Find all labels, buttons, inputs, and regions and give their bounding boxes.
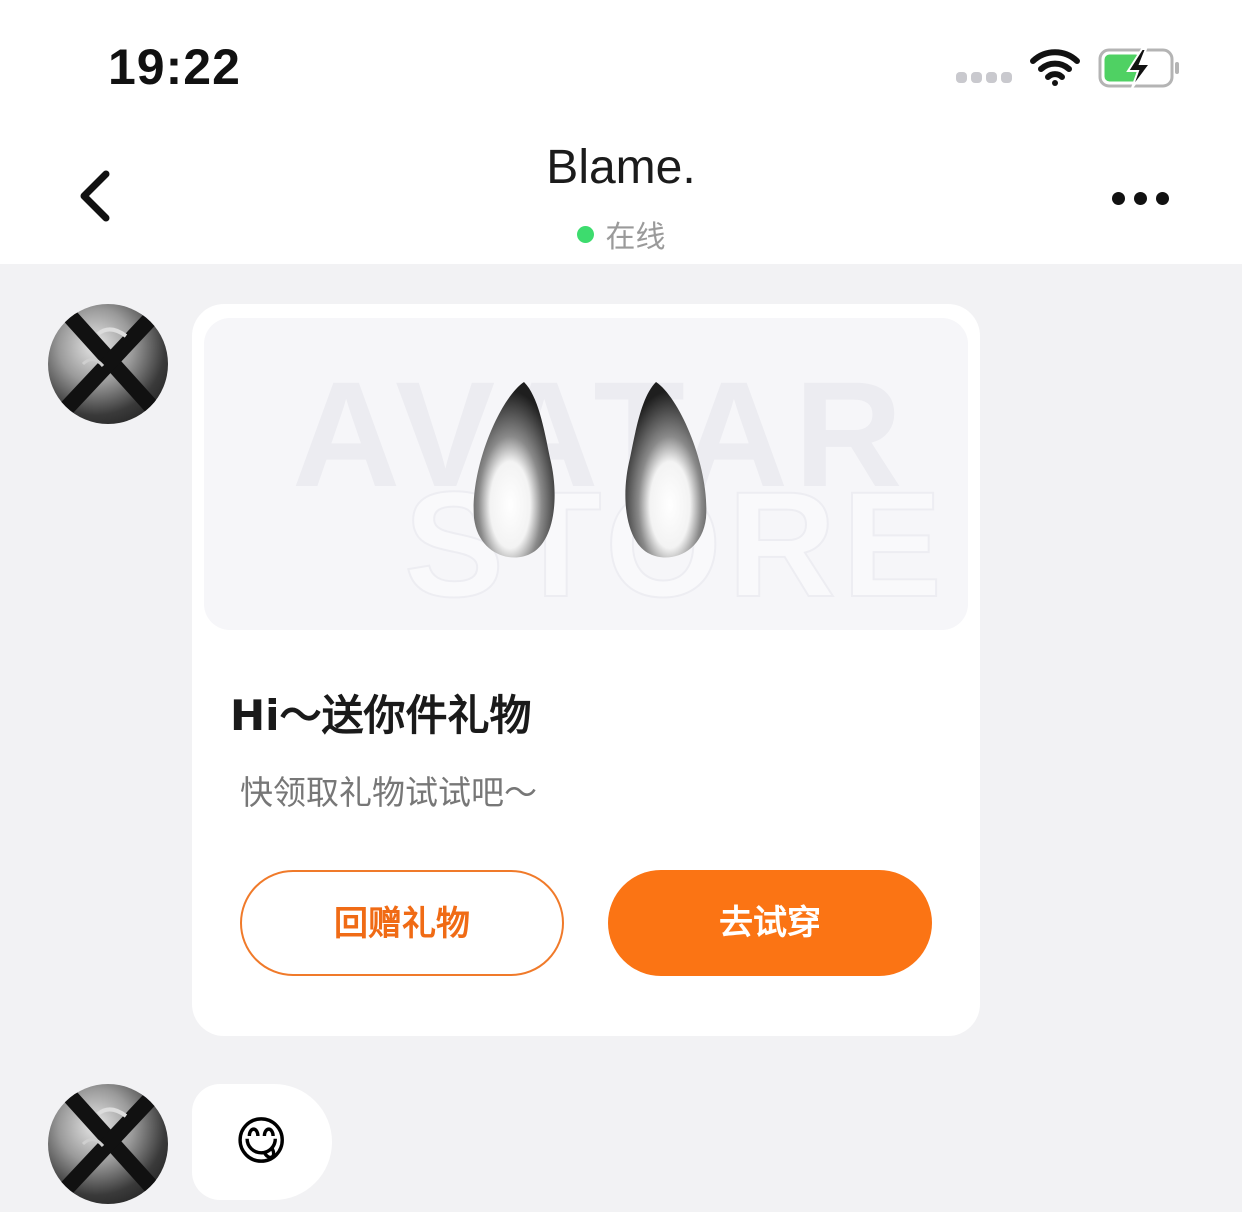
top-bar: 19:22 Blame. 在线 <box>0 0 1242 264</box>
emoji-message-bubble[interactable]: 😋 <box>192 1084 332 1200</box>
more-options-button[interactable] <box>1108 186 1174 210</box>
online-status: 在线 <box>0 212 1242 256</box>
online-dot-icon <box>576 226 594 243</box>
emoji-content: 😋 <box>234 1112 289 1172</box>
online-status-label: 在线 <box>605 220 666 255</box>
return-gift-button[interactable]: 回赠礼物 <box>240 870 564 976</box>
gift-image[interactable]: AVATAR STORE <box>204 318 968 630</box>
animal-ears-image <box>473 382 707 558</box>
avatar-image <box>55 306 166 422</box>
wifi-icon <box>1030 49 1080 86</box>
avatar-image <box>55 1086 166 1202</box>
cell-signal-icon <box>956 72 1014 86</box>
status-time: 19:22 <box>108 39 241 95</box>
battery-charging-icon <box>1098 48 1179 89</box>
gift-title: Hi～送你件礼物 <box>230 691 532 740</box>
try-on-button[interactable]: 去试穿 <box>608 870 932 976</box>
gift-subtitle: 快领取礼物试试吧～ <box>240 773 537 812</box>
chat-title: Blame. <box>546 141 696 194</box>
gift-card: AVATAR STORE Hi～送你件礼物 快领取礼 <box>192 304 980 1036</box>
avatar[interactable] <box>48 1084 168 1204</box>
avatar[interactable] <box>48 304 168 424</box>
